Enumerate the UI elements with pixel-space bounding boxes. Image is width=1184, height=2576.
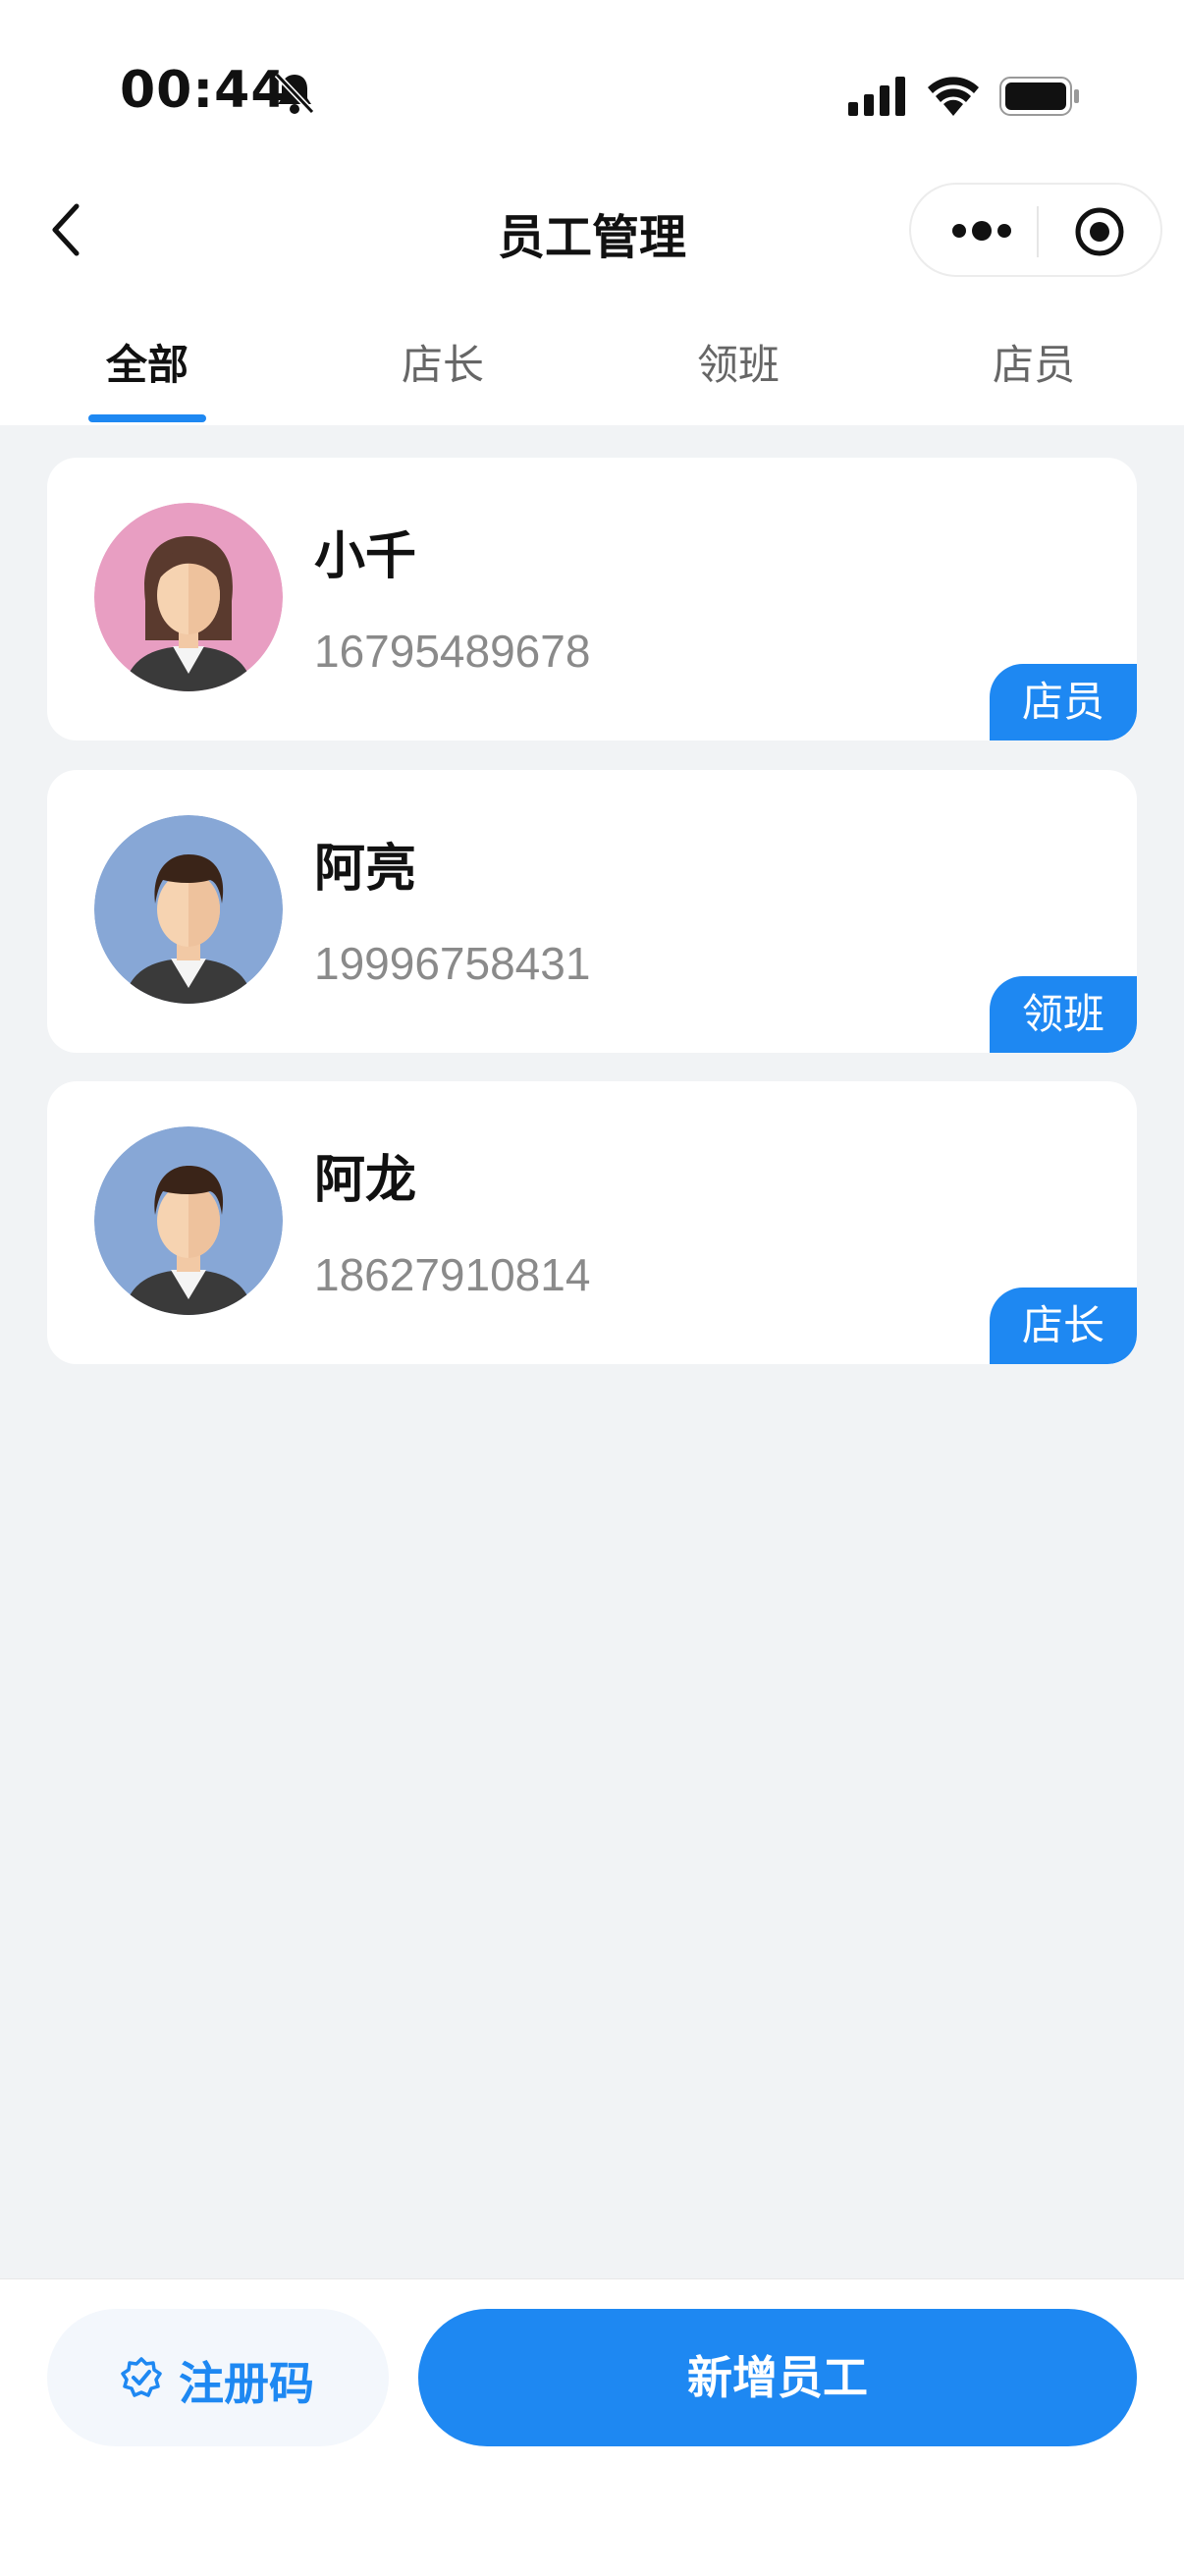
employee-name: 阿亮 xyxy=(314,840,417,899)
miniprogram-capsule xyxy=(909,183,1162,277)
female-avatar xyxy=(94,503,283,691)
register-code-label: 注册码 xyxy=(179,2357,314,2410)
employee-card[interactable]: 小千 16795489678 店员 xyxy=(47,458,1137,740)
employee-card[interactable]: 阿亮 19996758431 领班 xyxy=(47,770,1137,1053)
tab-team-leader[interactable]: 领班 xyxy=(640,332,836,392)
battery-icon xyxy=(999,77,1079,116)
male-avatar xyxy=(94,1126,283,1315)
active-tab-indicator xyxy=(88,414,206,422)
close-target-icon[interactable] xyxy=(1074,206,1125,257)
verified-badge-icon xyxy=(121,2357,162,2397)
cellular-signal-icon xyxy=(848,77,905,116)
bottom-action-bar: 注册码 新增员工 xyxy=(0,2278,1184,2576)
role-badge: 店员 xyxy=(990,664,1137,740)
wifi-icon xyxy=(928,77,979,116)
register-code-button[interactable]: 注册码 xyxy=(47,2309,389,2446)
tab-all[interactable]: 全部 xyxy=(49,332,245,392)
bell-muted-icon xyxy=(274,72,315,115)
employee-card[interactable]: 阿龙 18627910814 店长 xyxy=(47,1081,1137,1364)
tab-clerk[interactable]: 店员 xyxy=(936,332,1132,392)
male-avatar xyxy=(94,815,283,1004)
employee-phone: 18627910814 xyxy=(314,1249,591,1300)
tab-store-manager[interactable]: 店长 xyxy=(345,332,541,392)
role-badge: 领班 xyxy=(990,976,1137,1053)
capsule-divider xyxy=(1037,206,1039,257)
employee-name: 阿龙 xyxy=(314,1151,417,1210)
role-tabs: 全部 店长 领班 店员 xyxy=(0,324,1184,422)
more-icon[interactable] xyxy=(950,220,1013,242)
status-time: 00:44 xyxy=(120,61,288,120)
employee-name: 小千 xyxy=(314,527,417,586)
header-area: 00:44 员工管理 全部 店长 领班 店员 xyxy=(0,0,1184,425)
role-badge: 店长 xyxy=(990,1288,1137,1364)
employee-phone: 19996758431 xyxy=(314,938,591,989)
employee-phone: 16795489678 xyxy=(314,626,591,677)
add-employee-button[interactable]: 新增员工 xyxy=(418,2309,1137,2446)
